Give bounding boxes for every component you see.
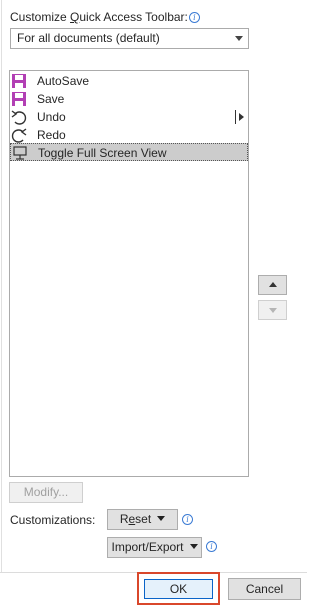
import-export-button[interactable]: Import/Export bbox=[107, 537, 202, 558]
reset-label: Reset bbox=[119, 512, 152, 526]
cancel-button[interactable]: Cancel bbox=[228, 578, 301, 600]
scope-dropdown[interactable]: For all documents (default) bbox=[10, 28, 249, 49]
save-icon bbox=[12, 92, 26, 106]
ok-button[interactable]: OK bbox=[144, 579, 213, 599]
info-icon[interactable]: i bbox=[188, 12, 200, 23]
ok-highlight-box: OK bbox=[137, 572, 220, 605]
undo-icon bbox=[11, 110, 27, 125]
chevron-down-icon bbox=[235, 36, 243, 41]
submenu-arrow-icon bbox=[235, 110, 247, 124]
list-item-autosave[interactable]: AutoSave bbox=[10, 72, 248, 90]
reset-button[interactable]: Reset bbox=[107, 509, 178, 530]
chevron-down-icon bbox=[157, 516, 166, 521]
save-icon bbox=[12, 74, 26, 88]
move-up-button[interactable] bbox=[258, 275, 287, 295]
customize-qat-label: Customize Quick Access Toolbar: i bbox=[10, 10, 200, 24]
customizations-label: Customizations: bbox=[10, 513, 96, 527]
modify-button[interactable]: Modify... bbox=[9, 482, 83, 503]
left-edge-divider bbox=[1, 0, 2, 572]
full-screen-icon bbox=[13, 146, 27, 160]
scope-dropdown-value: For all documents (default) bbox=[17, 31, 160, 45]
toolbar-commands-list[interactable]: AutoSave Save Undo Redo Toggle Full Scre… bbox=[9, 70, 249, 477]
list-item-undo[interactable]: Undo bbox=[10, 108, 248, 126]
list-item-redo[interactable]: Redo bbox=[10, 126, 248, 144]
list-item-toggle-full-screen[interactable]: Toggle Full Screen View bbox=[10, 143, 248, 161]
move-down-button[interactable] bbox=[258, 300, 287, 320]
list-item-save[interactable]: Save bbox=[10, 90, 248, 108]
info-icon[interactable]: i bbox=[206, 541, 217, 552]
chevron-down-icon bbox=[189, 544, 198, 549]
info-icon[interactable]: i bbox=[182, 514, 193, 525]
redo-icon bbox=[11, 128, 27, 143]
